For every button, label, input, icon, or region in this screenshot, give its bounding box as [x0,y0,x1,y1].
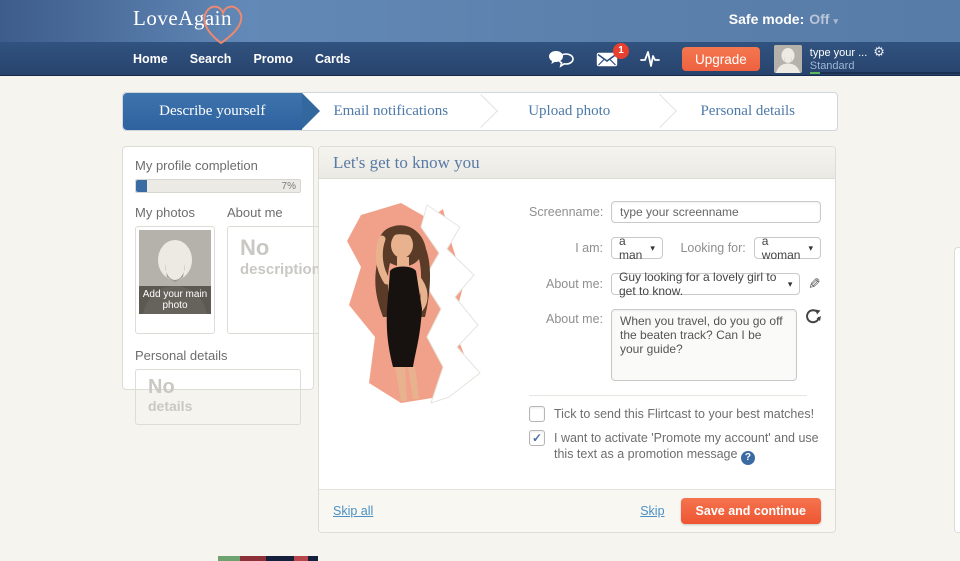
logo[interactable]: LoveAgain [133,6,232,31]
activity-pulse-icon[interactable] [640,49,660,69]
completion-percent: 7% [282,181,296,192]
add-photo-label: Add your main photo [139,286,211,314]
mail-badge: 1 [613,43,629,59]
banner-segment [294,556,308,561]
refresh-icon[interactable] [805,309,821,325]
nav-item-search[interactable]: Search [190,52,232,66]
screenname-row: Screenname: [529,201,821,223]
completion-progress-fill [136,180,147,192]
panel-body: Screenname: I am: a man ▾ Looking for: a… [319,179,835,489]
iam-label: I am: [529,241,611,255]
logo-text: LoveAgain [133,6,232,31]
nav-icons: 1 Upgrade type your ... ⚙ Standard [548,42,885,76]
edit-pencil-icon[interactable]: ✎ [808,275,821,293]
chevron-down-icon: ▾ [800,243,813,254]
wizard-steps: Describe yourself Email notifications Up… [122,92,838,131]
nav-bar: Home Search Promo Cards 1 Upgrade [0,42,960,76]
personal-details-title: Personal details [135,348,301,363]
chat-icon[interactable] [548,50,574,68]
panel-footer: Skip all Skip Save and continue [319,489,835,532]
step-describe-yourself[interactable]: Describe yourself [123,93,302,130]
about-me-select[interactable]: Guy looking for a lovely girl to get to … [611,273,800,295]
panel-title: Let's get to know you [333,153,480,173]
user-progress-bar [810,72,960,74]
torn-paper-woman-photo [331,197,486,412]
avatar [774,45,802,73]
about-text-row: About me: When you travel, do you go off… [529,309,821,381]
user-progress-fill [810,72,820,74]
about-select-row: About me: Guy looking for a lovely girl … [529,273,821,295]
promote-check-label: I want to activate 'Promote my account' … [554,430,821,465]
help-question-icon[interactable]: ? [741,451,755,465]
upgrade-button[interactable]: Upgrade [682,47,760,71]
gender-row: I am: a man ▾ Looking for: a woman ▾ [529,237,821,259]
looking-for-select[interactable]: a woman ▾ [754,237,821,259]
nav-item-promo[interactable]: Promo [253,52,293,66]
skip-link[interactable]: Skip [640,504,664,518]
gear-icon[interactable]: ⚙ [873,44,885,59]
screenname-label: Screenname: [529,205,611,219]
no-description-small: description [240,260,321,279]
no-details-small: details [148,398,288,415]
promote-check-row: ✓ I want to activate 'Promote my account… [529,430,821,465]
completion-title: My profile completion [135,158,301,173]
flirtcast-check-row: Tick to send this Flirtcast to your best… [529,406,821,422]
chevron-down-icon: ▾ [642,243,655,254]
user-meta: type your ... ⚙ Standard [810,45,885,72]
about-text-label: About me: [529,309,611,326]
about-select-value: Guy looking for a lovely girl to get to … [619,270,780,298]
mail-icon[interactable]: 1 [596,52,618,67]
no-details-box[interactable]: No details [135,369,301,425]
chevron-down-icon: ▾ [833,16,838,26]
flirtcast-checkbox[interactable] [529,406,545,422]
get-to-know-you-panel: Let's get to know you [318,146,836,533]
profile-sidebar: My profile completion 7% My photos Add y… [122,146,314,390]
panel-header: Let's get to know you [319,147,835,179]
step-email-notifications[interactable]: Email notifications [302,93,481,130]
my-photos-column: My photos Add your main photo [135,205,215,334]
screenname-input[interactable] [611,201,821,223]
promote-checkbox[interactable]: ✓ [529,430,545,446]
about-select-label: About me: [529,277,611,291]
no-description-big: No [240,236,321,260]
iam-select[interactable]: a man ▾ [611,237,663,259]
right-edge-panel-sliver [954,247,960,533]
about-me-textarea[interactable]: When you travel, do you go off the beate… [611,309,797,381]
looking-for-value: a woman [762,234,801,262]
safe-mode-value: Off [809,11,829,27]
save-and-continue-button[interactable]: Save and continue [681,498,821,524]
my-photos-title: My photos [135,205,215,220]
user-name: type your ... [810,47,867,59]
safe-mode-toggle[interactable]: Safe mode: Off ▾ [729,11,838,27]
skip-all-link[interactable]: Skip all [333,504,373,518]
banner-segment [308,556,318,561]
banner-segment [218,556,240,561]
banner-segment [266,556,294,561]
iam-value: a man [619,234,642,262]
step-upload-photo[interactable]: Upload photo [480,93,659,130]
chevron-down-icon: ▾ [780,279,793,290]
bottom-cutoff-banner [218,556,318,561]
no-details-big: No [148,377,288,398]
flirtcast-check-label: Tick to send this Flirtcast to your best… [554,406,814,422]
completion-progress-bar: 7% [135,179,301,193]
nav-item-home[interactable]: Home [133,52,168,66]
photo-placeholder: Add your main photo [139,230,211,314]
user-plan: Standard [810,60,855,72]
promote-check-text: I want to activate 'Promote my account' … [554,431,819,461]
step-personal-details[interactable]: Personal details [659,93,838,130]
banner-segment [240,556,266,561]
add-photo-card[interactable]: Add your main photo [135,226,215,334]
looking-for-label: Looking for: [663,241,754,255]
safe-mode-label: Safe mode: [729,11,804,27]
form-divider [529,395,807,396]
top-bar: LoveAgain Safe mode: Off ▾ [0,0,960,42]
user-box[interactable]: type your ... ⚙ Standard [774,45,885,73]
nav-item-cards[interactable]: Cards [315,52,350,66]
